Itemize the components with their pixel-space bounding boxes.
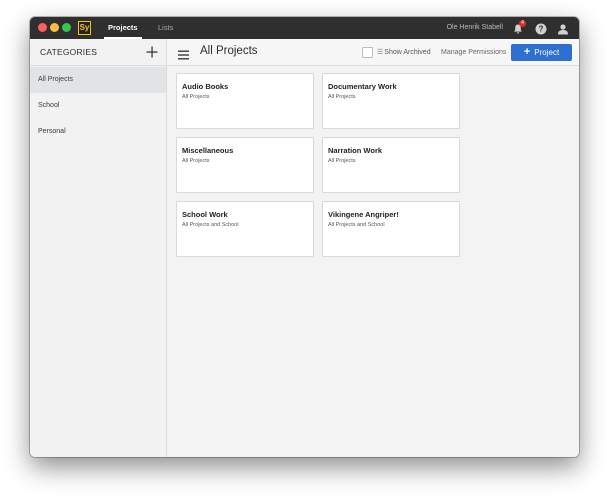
sidebar-header: CATEGORIES — [30, 39, 166, 66]
project-card[interactable]: Documentary Work All Projects — [322, 73, 460, 129]
project-category: All Projects and School — [182, 222, 239, 228]
manage-permissions-link[interactable]: Manage Permissions — [441, 48, 506, 58]
page-title: All Projects — [200, 45, 258, 57]
zoom-window-button[interactable] — [62, 23, 71, 32]
app-logo: Sy — [78, 21, 91, 35]
new-project-button[interactable]: + Project — [511, 44, 572, 61]
svg-text:?: ? — [539, 25, 544, 34]
projects-grid: Audio Books All Projects Documentary Wor… — [167, 66, 579, 457]
project-title: Documentary Work — [328, 82, 397, 91]
project-title: Audio Books — [182, 82, 229, 91]
notification-badge: 4 — [519, 20, 526, 27]
archive-icon: ☰ — [377, 49, 384, 56]
project-category: All Projects and School — [328, 222, 385, 228]
app-window: Sy Projects Lists Ole Henrik Stabell 4 ? — [30, 17, 579, 457]
sidebar-item-personal[interactable]: Personal — [30, 119, 166, 145]
title-bar: Sy Projects Lists Ole Henrik Stabell 4 ? — [30, 17, 579, 39]
sidebar-item-all-projects[interactable]: All Projects — [30, 67, 166, 93]
project-card[interactable]: Audio Books All Projects — [176, 73, 314, 129]
project-category: All Projects — [182, 94, 210, 100]
show-archived-label: Show Archived — [384, 49, 431, 56]
sidebar-item-school[interactable]: School — [30, 93, 166, 119]
user-name[interactable]: Ole Henrik Stabell — [447, 17, 503, 39]
project-category: All Projects — [328, 158, 356, 164]
show-archived-checkbox[interactable] — [362, 47, 373, 58]
project-card[interactable]: Miscellaneous All Projects — [176, 137, 314, 193]
help-icon[interactable]: ? — [535, 22, 547, 35]
show-archived-toggle[interactable]: ☰Show Archived — [362, 47, 431, 58]
new-project-label: Project — [534, 48, 560, 57]
categories-sidebar: CATEGORIES All Projects School Personal — [30, 39, 167, 457]
project-title: Miscellaneous — [182, 146, 234, 155]
minimize-window-button[interactable] — [50, 23, 59, 32]
sidebar-title: CATEGORIES — [40, 47, 98, 57]
close-window-button[interactable] — [38, 23, 47, 32]
plus-icon: + — [523, 46, 531, 58]
hamburger-icon[interactable] — [178, 47, 189, 60]
project-category: All Projects — [182, 158, 210, 164]
tab-lists[interactable]: Lists — [154, 17, 177, 39]
project-title: Narration Work — [328, 146, 383, 155]
project-category: All Projects — [328, 94, 356, 100]
bell-icon[interactable]: 4 — [512, 20, 526, 34]
project-card[interactable]: Narration Work All Projects — [322, 137, 460, 193]
main-toolbar: All Projects ☰Show Archived Manage Permi… — [167, 39, 579, 66]
project-card[interactable]: Vikingene Angriper! All Projects and Sch… — [322, 201, 460, 257]
tab-projects[interactable]: Projects — [104, 17, 142, 39]
project-title: School Work — [182, 210, 228, 219]
project-card[interactable]: School Work All Projects and School — [176, 201, 314, 257]
user-icon[interactable] — [557, 22, 569, 35]
project-title: Vikingene Angriper! — [328, 210, 399, 219]
plus-icon[interactable] — [146, 45, 158, 58]
